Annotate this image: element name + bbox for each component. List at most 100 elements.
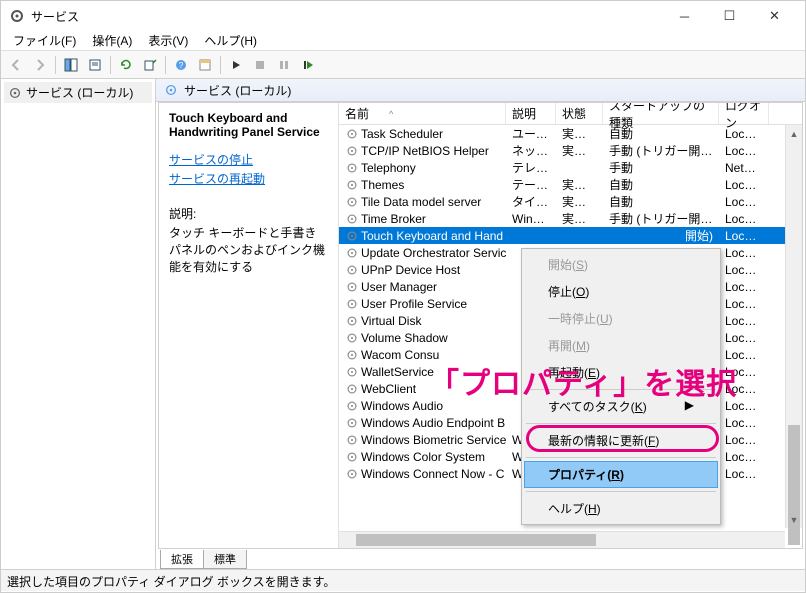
tree-pane: サービス (ローカル) [1,79,156,569]
service-startup-cell: 自動 [603,176,719,193]
service-logon-cell: Local S [719,144,769,158]
ctx-start[interactable]: 開始(S) [524,251,718,278]
forward-button[interactable] [29,54,51,76]
service-startup-cell: 開始) [603,227,719,244]
service-name-cell: User Profile Service [339,297,506,311]
description-text: タッチ キーボードと手書きパネルのペンおよびインク機能を有効にする [169,224,328,275]
menu-help[interactable]: ヘルプ(H) [196,30,265,51]
properties-button[interactable] [84,54,106,76]
stop-service-link[interactable]: サービスの停止 [169,151,328,168]
service-logon-cell: Local S [719,280,769,294]
service-logon-cell: Network [719,161,769,175]
service-logon-cell: Local S [719,450,769,464]
start-service-button[interactable] [225,54,247,76]
vertical-scrollbar[interactable]: ▲ ▼ [785,125,802,528]
column-name[interactable]: 名前 [339,103,506,124]
service-name-cell: UPnP Device Host [339,263,506,277]
service-status-cell: 実行中 [556,176,603,193]
minimize-button[interactable]: ─ [662,1,707,31]
service-name-cell: Telephony [339,161,506,175]
detail-pane: Touch Keyboard and Handwriting Panel Ser… [159,103,339,548]
column-status[interactable]: 状態 [556,103,603,124]
service-name-cell: Virtual Disk [339,314,506,328]
description-label: 説明: [169,205,328,222]
service-logon-cell: Local S [719,433,769,447]
column-startup[interactable]: スタートアップの種類 [603,103,719,124]
service-logon-cell: Local S [719,127,769,141]
menu-view[interactable]: 表示(V) [140,30,196,51]
svg-text:?: ? [179,61,184,70]
service-name-cell: Update Orchestrator Servic [339,246,506,260]
tab-standard[interactable]: 標準 [203,550,247,569]
export-button[interactable] [139,54,161,76]
service-logon-cell: Local S [719,195,769,209]
column-description[interactable]: 説明 [506,103,556,124]
ctx-stop[interactable]: 停止(O) [524,278,718,305]
service-row[interactable]: Themesテーマ...実行中自動Local S [339,176,802,193]
toolbar-button[interactable] [194,54,216,76]
ctx-pause[interactable]: 一時停止(U) [524,305,718,332]
restart-service-button[interactable] [297,54,319,76]
window-title: サービス [31,8,662,25]
service-name-cell: User Manager [339,280,506,294]
statusbar: 選択した項目のプロパティ ダイアログ ボックスを開きます。 [1,569,805,591]
service-name-cell: Windows Biometric Service [339,433,506,447]
service-desc-cell: タイル... [506,193,556,210]
ctx-resume[interactable]: 再開(M) [524,332,718,359]
service-row[interactable]: Time BrokerWinR...実行中手動 (トリガー開始)Local S [339,210,802,227]
service-logon-cell: Local S [719,212,769,226]
service-name-cell: Windows Connect Now - C [339,467,506,481]
service-desc-cell: ユーザ... [506,125,556,142]
list-header-title: サービス (ローカル) [156,79,805,102]
service-name-cell: Touch Keyboard and Hand [339,229,506,243]
horizontal-scrollbar[interactable] [339,531,785,548]
service-logon-cell: Local S [719,331,769,345]
ctx-help[interactable]: ヘルプ(H) [524,495,718,522]
annotation-text: 「プロパティ」を選択 [429,359,737,403]
service-startup-cell: 手動 [603,159,719,176]
gear-icon [8,86,22,100]
service-desc-cell: WinR... [506,212,556,226]
service-row[interactable]: Touch Keyboard and Hand 開始)Local S [339,227,802,244]
stop-service-button[interactable] [249,54,271,76]
services-icon [9,8,25,24]
column-logon[interactable]: ログオン [719,103,769,124]
pause-service-button[interactable] [273,54,295,76]
toolbar: ? [1,51,805,79]
service-desc-cell: テーマ... [506,176,556,193]
titlebar: サービス ─ ☐ ✕ [1,1,805,31]
service-row[interactable]: Tile Data model serverタイル...実行中自動Local S [339,193,802,210]
service-logon-cell: Local S [719,467,769,481]
service-name-cell: Themes [339,178,506,192]
help-button[interactable]: ? [170,54,192,76]
show-hide-tree-button[interactable] [60,54,82,76]
selected-service-name: Touch Keyboard and Handwriting Panel Ser… [169,111,328,139]
refresh-button[interactable] [115,54,137,76]
service-row[interactable]: Task Schedulerユーザ...実行中自動Local S [339,125,802,142]
maximize-button[interactable]: ☐ [707,1,752,31]
service-row[interactable]: Telephonyテレフ...手動Network [339,159,802,176]
service-desc-cell: ネット... [506,142,556,159]
tab-extended[interactable]: 拡張 [160,550,204,569]
ctx-properties[interactable]: プロパティ(R) [524,461,718,488]
service-status-cell: 実行中 [556,142,603,159]
service-startup-cell: 自動 [603,125,719,142]
service-row[interactable]: TCP/IP NetBIOS Helperネット...実行中手動 (トリガー開始… [339,142,802,159]
menu-file[interactable]: ファイル(F) [5,30,84,51]
service-logon-cell: Local S [719,416,769,430]
tree-node-services[interactable]: サービス (ローカル) [4,82,152,103]
service-startup-cell: 自動 [603,193,719,210]
service-name-cell: Volume Shadow [339,331,506,345]
gear-icon [164,83,178,97]
service-logon-cell: Local S [719,246,769,260]
close-button[interactable]: ✕ [752,1,797,31]
service-logon-cell: Local S [719,178,769,192]
service-name-cell: Task Scheduler [339,127,506,141]
service-logon-cell: Local S [719,263,769,277]
service-logon-cell: Local S [719,314,769,328]
menu-action[interactable]: 操作(A) [84,30,140,51]
service-logon-cell: Local S [719,229,769,243]
restart-service-link[interactable]: サービスの再起動 [169,170,328,187]
back-button[interactable] [5,54,27,76]
service-status-cell: 実行中 [556,193,603,210]
